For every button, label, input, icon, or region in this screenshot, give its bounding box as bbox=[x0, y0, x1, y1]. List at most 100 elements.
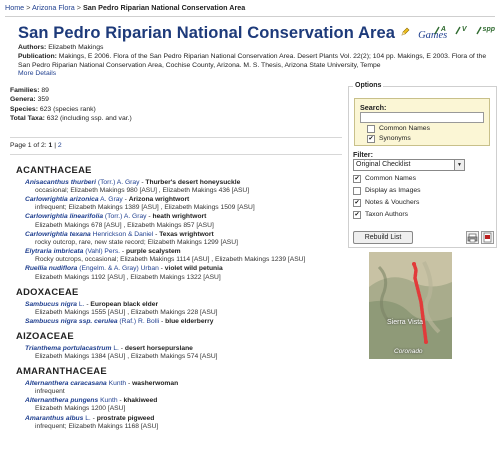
taxon-common-name: European black elder bbox=[90, 300, 159, 308]
taxon-scientific-name-link[interactable]: Anisacanthus thurberi bbox=[25, 179, 96, 186]
notes-vouchers-checkbox[interactable]: ✔ Notes & Vouchers bbox=[353, 199, 420, 208]
taxon-notes-vouchers: Elizabeth Makings 678 [ASU] , Elizabeth … bbox=[35, 221, 214, 229]
taxon-common-name: Texas wrightwort bbox=[159, 230, 214, 238]
checkbox-box[interactable]: ✔ bbox=[353, 175, 361, 184]
edit-spp-icon[interactable]: spp bbox=[475, 26, 495, 35]
taxon-notes-vouchers: rocky outcrop, rare, new state record; E… bbox=[35, 238, 238, 246]
rebuild-list-button[interactable]: Rebuild List bbox=[353, 231, 413, 244]
taxon-scientific-name-link[interactable]: Sambucus nigra bbox=[25, 301, 77, 308]
checkbox-box[interactable]: ✔ bbox=[367, 135, 375, 144]
taxon-author: Kunth bbox=[108, 379, 127, 387]
taxon-common-name: Arizona wrightwort bbox=[128, 196, 190, 204]
taxon-entry: Carlowrightia linearifolia (Torr.) A. Gr… bbox=[25, 213, 350, 229]
authors-line: Authors: Elizabeth Makings bbox=[18, 44, 496, 53]
taxon-notes-vouchers: Elizabeth Makings 1555 [ASU] , Elizabeth… bbox=[35, 308, 218, 316]
taxon-notes-vouchers: occasional; Elizabeth Makings 980 [ASU] … bbox=[35, 186, 250, 194]
publication-label: Publication: bbox=[18, 52, 57, 60]
edit-a-icon[interactable]: A bbox=[434, 26, 446, 35]
taxon-author: (Vahl) Pers. bbox=[85, 248, 121, 256]
taxon-entry: Elytraria imbricata (Vahl) Pers. - purpl… bbox=[25, 248, 350, 264]
taxon-notes-vouchers: Elizabeth Makings 1192 [ASU] , Elizabeth… bbox=[35, 273, 221, 281]
taxon-notes-vouchers: infrequent bbox=[35, 388, 65, 396]
checkbox-label: Synonyms bbox=[379, 135, 411, 142]
filter-label: Filter: bbox=[353, 150, 373, 159]
genera-count: 359 bbox=[37, 96, 49, 104]
family-heading: ACANTHACEAE bbox=[16, 164, 92, 175]
breadcrumb-home-link[interactable]: Home bbox=[5, 3, 24, 12]
taxon-entry: Trianthema portulacastrum L. - desert ho… bbox=[25, 345, 350, 361]
publication-line: Publication: Makings, E 2006. Flora of t… bbox=[18, 53, 496, 71]
divider bbox=[5, 16, 495, 17]
families-count: 89 bbox=[41, 87, 49, 94]
checkbox-label: Notes & Vouchers bbox=[365, 199, 420, 206]
taxon-common-name: desert horsepurslane bbox=[124, 344, 193, 352]
taxon-entry: Sambucus nigra ssp. cerulea (Raf.) R. Bo… bbox=[25, 318, 350, 326]
breadcrumb-separator: > bbox=[26, 3, 31, 12]
map-city-label: Sierra Vista bbox=[387, 319, 424, 326]
taxon-scientific-name-link[interactable]: Carlowrightia arizonica bbox=[25, 196, 99, 203]
search-synonyms-checkbox[interactable]: ✔ Synonyms bbox=[367, 135, 411, 144]
pagination-separator: | bbox=[54, 142, 56, 149]
species-label: Species: bbox=[10, 105, 38, 113]
taxon-notes-vouchers: Rocky outcrops, occasional; Elizabeth Ma… bbox=[35, 256, 306, 264]
genera-label: Genera: bbox=[10, 96, 36, 104]
checkbox-box[interactable] bbox=[367, 125, 375, 134]
chevron-down-icon[interactable]: ▼ bbox=[454, 160, 464, 170]
checkbox-box[interactable]: ✔ bbox=[353, 211, 361, 220]
checkbox-label: Common Names bbox=[379, 125, 430, 132]
taxon-author: (Raf.) R. Bolli bbox=[119, 317, 160, 325]
taxon-entry: Ruellia nudiflora (Engelm. & A. Gray) Ur… bbox=[25, 265, 350, 281]
options-panel: Options Search: Common Names ✔ Synonyms … bbox=[348, 82, 497, 248]
taxon-scientific-name-link[interactable]: Ruellia nudiflora bbox=[25, 265, 77, 272]
taxon-common-name: violet wild petunia bbox=[164, 265, 223, 273]
filter-select[interactable]: Original Checklist ▼ bbox=[353, 159, 465, 171]
checkbox-box[interactable] bbox=[353, 187, 361, 196]
taxon-scientific-name-link[interactable]: Amaranthus albus bbox=[25, 415, 83, 422]
more-details-link[interactable]: More Details bbox=[18, 70, 56, 77]
pagination: Page 1 of 2: 1 | 2 bbox=[10, 142, 62, 150]
display-common-names-checkbox[interactable]: ✔ Common Names bbox=[353, 175, 416, 184]
total-taxa-count: 632 (including ssp. and var.) bbox=[46, 115, 132, 123]
checklist-metadata: Authors: Elizabeth Makings Publication: … bbox=[18, 44, 496, 79]
search-input[interactable] bbox=[360, 112, 484, 123]
taxon-authors-checkbox[interactable]: ✔ Taxon Authors bbox=[353, 211, 409, 220]
breadcrumb: Home > Arizona Flora > San Pedro Riparia… bbox=[5, 3, 245, 12]
edit-v-icon[interactable]: V bbox=[455, 26, 467, 35]
distribution-map[interactable]: Sierra Vista Coronado bbox=[369, 252, 452, 359]
word-document-icon[interactable] bbox=[481, 231, 494, 244]
taxon-scientific-name-link[interactable]: Trianthema portulacastrum bbox=[25, 345, 111, 352]
display-as-images-checkbox[interactable]: Display as Images bbox=[353, 187, 421, 196]
authors-value: Elizabeth Makings bbox=[48, 44, 104, 51]
search-label: Search: bbox=[360, 103, 387, 112]
taxon-author: Henrickson & Daniel bbox=[92, 230, 154, 238]
taxon-scientific-name-link[interactable]: Alternanthera pungens bbox=[25, 397, 98, 404]
taxon-scientific-name-link[interactable]: Carlowrightia linearifolia bbox=[25, 213, 103, 220]
taxon-scientific-name-link[interactable]: Alternanthera caracasana bbox=[25, 380, 107, 387]
taxon-entry: Carlowrightia arizonica A. Gray - Arizon… bbox=[25, 196, 350, 212]
taxon-scientific-name-link[interactable]: Elytraria imbricata bbox=[25, 248, 83, 255]
divider bbox=[10, 154, 342, 155]
taxon-author: (Torr.) A. Gray bbox=[97, 178, 140, 186]
taxon-common-name: heath wrightwort bbox=[152, 213, 207, 221]
taxon-common-name: Thurber's desert honeysuckle bbox=[145, 178, 241, 186]
taxon-scientific-name-link[interactable]: Carlowrightia texana bbox=[25, 231, 91, 238]
pagination-page-2-link[interactable]: 2 bbox=[58, 142, 62, 149]
title-row: San Pedro Riparian National Conservation… bbox=[18, 23, 447, 43]
taxon-common-name: prostrate pigweed bbox=[96, 414, 155, 422]
pencil-edit-icon[interactable] bbox=[401, 27, 410, 36]
taxon-author: Kunth bbox=[100, 397, 118, 405]
checkbox-box[interactable]: ✔ bbox=[353, 199, 361, 208]
taxon-common-name: washerwoman bbox=[132, 379, 179, 387]
species-count: 623 (species rank) bbox=[39, 105, 96, 113]
checkbox-label: Taxon Authors bbox=[365, 211, 409, 218]
taxon-entry: Sambucus nigra L. - European black elder… bbox=[25, 301, 350, 317]
taxon-scientific-name-link[interactable]: Sambucus nigra ssp. cerulea bbox=[25, 318, 118, 325]
taxon-author: A. Gray bbox=[100, 196, 123, 204]
divider bbox=[10, 137, 342, 138]
pagination-current-page: 1 bbox=[48, 142, 53, 149]
print-icon[interactable] bbox=[466, 231, 479, 244]
breadcrumb-parent-link[interactable]: Arizona Flora bbox=[32, 3, 75, 12]
taxon-entry: Alternanthera caracasana Kunth - washerw… bbox=[25, 380, 350, 396]
search-common-names-checkbox[interactable]: Common Names bbox=[367, 125, 430, 134]
taxon-author: (Engelm. & A. Gray) Urban bbox=[79, 265, 159, 273]
